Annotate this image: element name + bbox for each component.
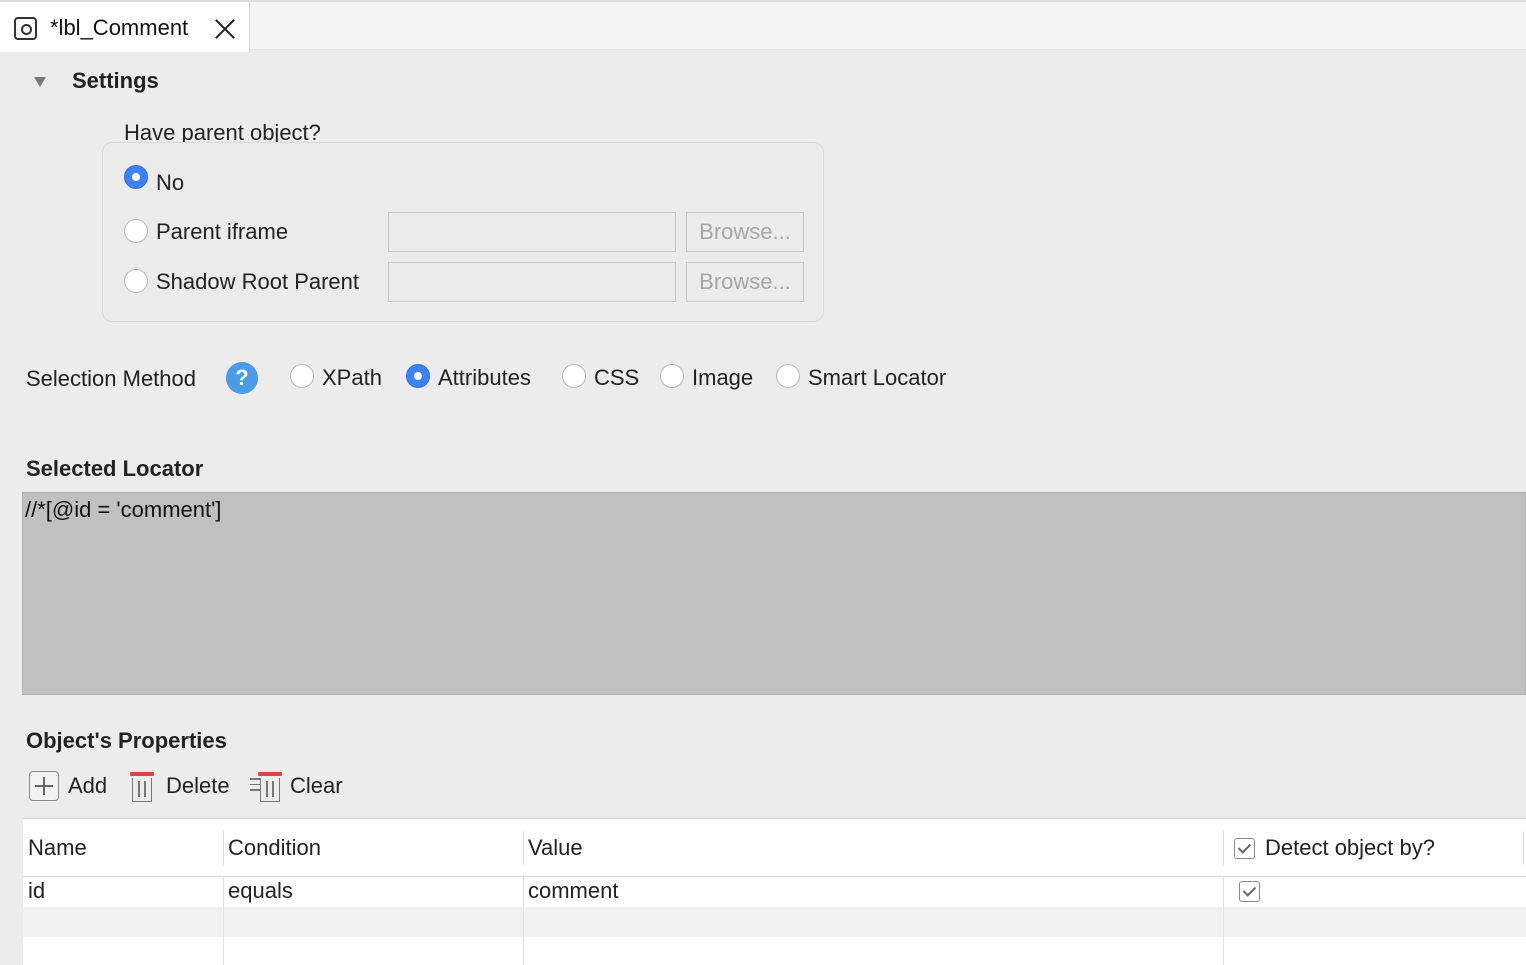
radio-parent-iframe[interactable] [124,219,148,243]
cell-value[interactable]: comment [523,878,618,904]
help-icon[interactable]: ? [226,362,258,394]
add-icon [29,771,59,801]
radio-image[interactable] [660,364,684,388]
radio-no[interactable] [124,165,148,189]
radio-css[interactable] [562,364,586,388]
selection-method-label: Selection Method [26,366,196,391]
cell-name[interactable]: id [23,878,45,904]
editor-tab-bar: *lbl_Comment [0,0,1526,52]
radio-no-label[interactable]: No [156,170,184,196]
tab-title: *lbl_Comment [50,15,189,40]
radio-attributes-label[interactable]: Attributes [438,365,531,391]
properties-table: Name Condition Value Detect object by? i… [23,818,1526,965]
shadow-root-parent-input[interactable] [388,262,676,302]
selected-locator-textarea[interactable]: //*[@id = 'comment'] [22,492,1526,695]
add-button[interactable]: Add [29,771,107,801]
clear-button-label: Clear [290,773,343,798]
table-row[interactable]: id equals comment [23,877,1526,907]
clear-icon [250,770,284,802]
delete-button-label: Delete [166,773,230,798]
radio-parent-iframe-label[interactable]: Parent iframe [156,219,288,245]
radio-css-label[interactable]: CSS [594,365,639,391]
parent-iframe-browse-button[interactable]: Browse... [686,212,804,252]
tab-lbl-comment[interactable]: *lbl_Comment [0,2,250,52]
radio-smart-locator[interactable] [776,364,800,388]
object-properties-title: Object's Properties [26,728,227,753]
radio-xpath-label[interactable]: XPath [322,365,382,391]
column-header-value[interactable]: Value [523,819,1223,877]
radio-shadow-root-parent[interactable] [124,269,148,293]
radio-shadow-root-parent-label[interactable]: Shadow Root Parent [156,269,359,295]
column-header-name[interactable]: Name [23,819,223,877]
radio-image-label[interactable]: Image [692,365,753,391]
delete-icon [130,770,156,802]
settings-title[interactable]: Settings [72,68,159,94]
clear-button[interactable]: Clear [250,770,343,802]
header-detect-checkbox[interactable] [1234,838,1255,859]
collapse-triangle-icon[interactable] [34,77,46,87]
row-detect-checkbox[interactable] [1239,881,1260,902]
selected-locator-title: Selected Locator [26,456,204,481]
radio-smart-locator-label[interactable]: Smart Locator [808,365,946,391]
table-row-empty [23,907,1526,937]
column-header-condition[interactable]: Condition [223,819,523,877]
test-object-icon [14,17,37,40]
delete-button[interactable]: Delete [130,770,230,802]
shadow-root-parent-browse-button[interactable]: Browse... [686,262,804,302]
radio-xpath[interactable] [290,364,314,388]
close-icon[interactable] [212,16,238,42]
add-button-label: Add [68,773,108,798]
table-row-empty [23,937,1526,965]
column-header-detect[interactable]: Detect object by? [1223,819,1526,877]
radio-attributes[interactable] [406,364,430,388]
parent-iframe-input[interactable] [388,212,676,252]
cell-condition[interactable]: equals [223,878,293,904]
